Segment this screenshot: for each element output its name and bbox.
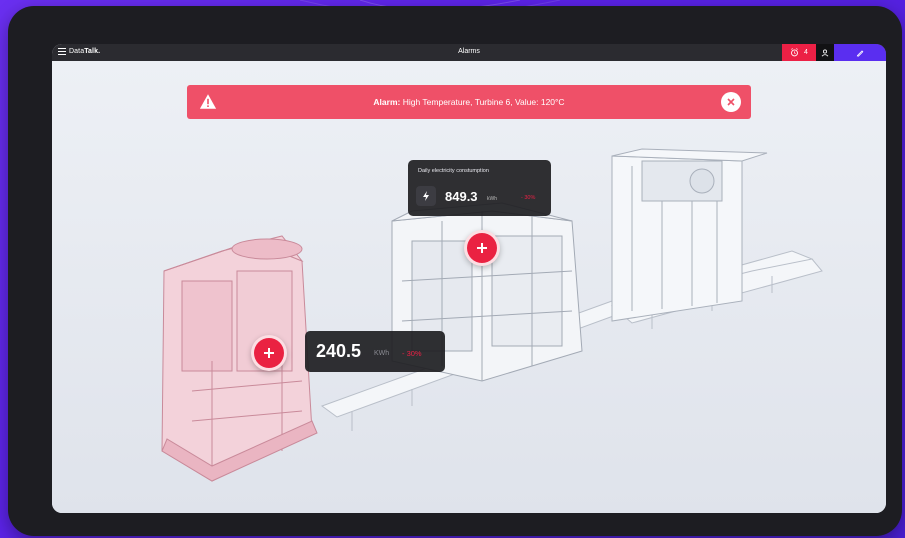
daily-consumption-value: 849.3 [445,189,478,204]
machine-reading-value: 240.5 [316,341,362,361]
machine-hotspot-left[interactable] [251,335,287,371]
daily-consumption-delta: - 30% [521,195,536,201]
alarm-message: Alarm: High Temperature, Turbine 6, Valu… [373,97,564,107]
machine-hotspot-middle[interactable] [464,230,500,266]
plus-icon [477,243,487,253]
lightning-icon [416,186,436,206]
close-alarm-button[interactable] [721,92,741,112]
close-icon [727,98,735,106]
alarm-text: High Temperature, Turbine 6, Value: 120°… [402,97,565,107]
daily-consumption-label: Daily electricity constumption [418,168,489,174]
user-icon [821,49,829,56]
daily-consumption-card: Daily electricity constumption 849.3 kWh… [408,160,551,216]
top-app-bar: DataTalk. Alarms 4 [52,44,886,61]
alarms-button[interactable]: 4 [782,44,816,61]
machine-reading-unit: KWh [374,350,390,357]
tablet-frame: DataTalk. Alarms 4 Alarm: High Temperatu… [8,6,902,536]
plus-icon [264,348,274,358]
alarm-count-badge: 4 [804,49,808,56]
warning-triangle-icon [199,94,217,109]
page-title: Alarms [458,48,480,55]
user-button[interactable] [816,44,834,61]
alarm-banner: Alarm: High Temperature, Turbine 6, Valu… [187,85,751,119]
daily-consumption-unit: kWh [487,196,497,202]
machine-reading-card: 240.5 KWh - 30% [305,331,445,372]
alarm-clock-icon [791,48,798,57]
alarm-label: Alarm: [373,97,401,107]
machine-reading-delta: - 30% [402,349,422,358]
app-screen: DataTalk. Alarms 4 Alarm: High Temperatu… [52,44,886,513]
factory-3d-scene[interactable] [52,61,886,513]
edit-button[interactable] [834,44,886,61]
pencil-icon [856,49,864,57]
